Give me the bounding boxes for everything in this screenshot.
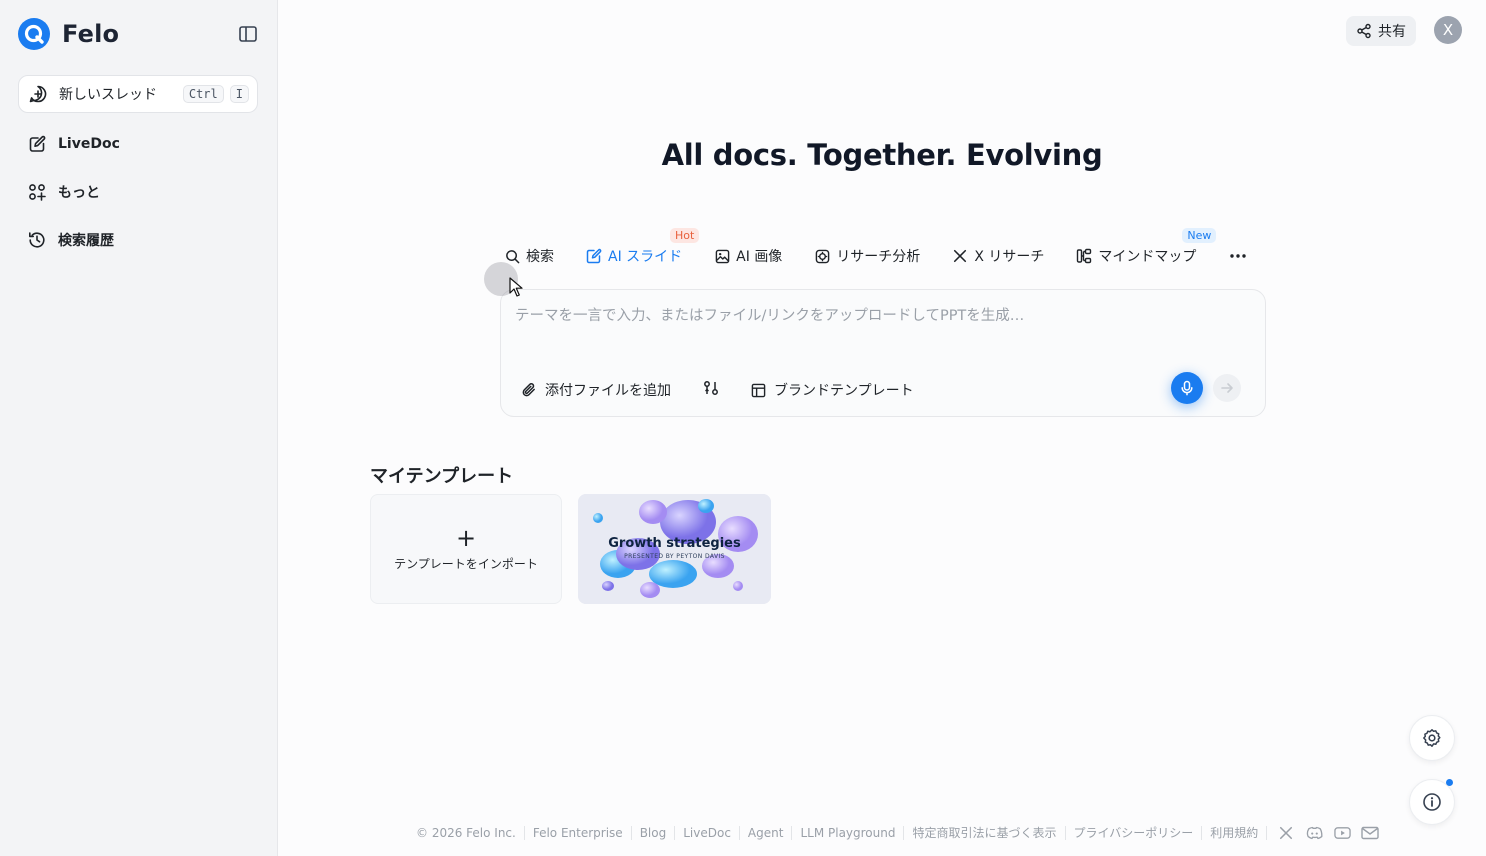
slides-edit-icon — [586, 248, 602, 264]
pen-icon — [26, 133, 48, 155]
prompt-input[interactable] — [515, 304, 1245, 354]
history-icon — [26, 229, 48, 251]
footer-link-blog[interactable]: Blog — [632, 826, 676, 840]
toggles-icon — [704, 381, 718, 395]
brand-template-label: ブランドテンプレート — [774, 383, 914, 399]
plus-icon: + — [455, 523, 477, 552]
prompt-composer: 添付ファイルを追加 ブランドテンプレート — [500, 289, 1266, 417]
settings-toggle-button[interactable] — [702, 380, 720, 396]
brand-template-button[interactable]: ブランドテンプレート — [751, 380, 914, 400]
import-template-label: テンプレートをインポート — [394, 556, 538, 571]
share-icon — [1357, 23, 1371, 39]
x-logo-icon[interactable] — [1277, 824, 1295, 842]
share-label: 共有 — [1378, 24, 1406, 40]
page-title: All docs. Together. Evolving — [661, 138, 1103, 172]
arrow-right-icon — [1221, 383, 1233, 393]
tab-label: リサーチ分析 — [836, 249, 921, 265]
voice-input-button[interactable] — [1171, 372, 1203, 404]
youtube-icon[interactable] — [1333, 824, 1351, 842]
tab-research-analysis[interactable]: リサーチ分析 — [814, 246, 920, 266]
tab-mind-map[interactable]: New マインドマップ — [1076, 228, 1217, 266]
new-thread-button[interactable]: 新しいスレッド Ctrl I — [18, 75, 258, 113]
footer-link-privacy[interactable]: プライバシーポリシー — [1066, 826, 1203, 840]
info-icon — [1423, 793, 1441, 811]
footer-link-commercial-law[interactable]: 特定商取引法に基づく表示 — [904, 826, 1066, 840]
more-modes-button[interactable] — [1224, 242, 1252, 270]
share-button[interactable]: 共有 — [1346, 16, 1416, 46]
footer-link-llm-playground[interactable]: LLM Playground — [792, 826, 905, 840]
attach-file-label: 添付ファイルを追加 — [545, 383, 671, 399]
gear-icon — [1423, 729, 1441, 747]
footer-link-terms[interactable]: 利用規約 — [1202, 826, 1268, 840]
brand[interactable]: Felo — [18, 18, 119, 50]
send-button[interactable] — [1213, 374, 1241, 402]
sidebar-item-more[interactable]: もっと — [18, 174, 258, 210]
tab-label: X リサーチ — [974, 249, 1045, 265]
tab-label: 検索 — [526, 249, 554, 265]
tab-x-research[interactable]: X リサーチ — [952, 246, 1044, 266]
ellipsis-icon — [1230, 254, 1247, 258]
tab-label: マインドマップ — [1098, 249, 1197, 265]
shortcut-key-ctrl: Ctrl — [182, 85, 224, 103]
sidebar-item-livedoc[interactable]: LiveDoc — [18, 126, 258, 162]
new-thread-label: 新しいスレッド — [59, 87, 157, 103]
sidebar-item-label: 検索履歴 — [58, 233, 114, 249]
sidebar-item-label: LiveDoc — [58, 136, 120, 152]
apps-icon — [26, 181, 48, 203]
microphone-icon — [1181, 380, 1193, 396]
shortcut-key-i: I — [229, 85, 249, 103]
brand-name: Felo — [62, 20, 120, 48]
chat-plus-icon — [27, 83, 49, 105]
import-template-button[interactable]: + テンプレートをインポート — [370, 494, 562, 604]
copyright: © 2026 Felo Inc. — [416, 826, 525, 840]
sidebar-panel-icon — [239, 26, 257, 42]
settings-button[interactable] — [1409, 715, 1455, 761]
main-content: 共有 X All docs. Together. Evolving 検索 Hot… — [278, 0, 1486, 856]
mode-tabs: 検索 Hot AI スライド AI 画像 リサーチ分析 X リサーチ New マ… — [504, 228, 1252, 270]
template-title: Growth strategies — [608, 536, 741, 551]
felo-logo-icon — [18, 18, 50, 50]
tab-label: AI スライド — [608, 249, 683, 265]
hot-badge: Hot — [670, 228, 700, 243]
mindmap-icon — [1076, 248, 1092, 264]
new-badge: New — [1182, 228, 1217, 243]
footer-link-enterprise[interactable]: Felo Enterprise — [525, 826, 632, 840]
image-icon — [714, 248, 730, 264]
social-links — [1277, 824, 1379, 842]
tab-ai-slides[interactable]: Hot AI スライド — [586, 228, 700, 266]
paperclip-icon — [522, 383, 535, 397]
footer-link-agent[interactable]: Agent — [740, 826, 793, 840]
template-subtitle: PRESENTED BY PEYTON DAVIS — [624, 553, 725, 560]
sidebar-item-label: もっと — [58, 185, 100, 201]
mouse-pointer-icon — [509, 277, 523, 297]
notification-dot — [1446, 779, 1453, 786]
tab-label: AI 画像 — [736, 249, 783, 265]
attach-file-button[interactable]: 添付ファイルを追加 — [521, 380, 671, 400]
x-logo-icon — [952, 248, 968, 264]
sidebar: Felo 新しいスレッド Ctrl I LiveDoc もっと 検索履歴 — [0, 0, 278, 856]
footer: © 2026 Felo Inc. Felo Enterprise Blog Li… — [416, 824, 1379, 842]
layout-template-icon — [751, 383, 766, 397]
search-icon — [504, 248, 520, 264]
footer-link-livedoc[interactable]: LiveDoc — [675, 826, 740, 840]
template-card[interactable]: Growth strategies PRESENTED BY PEYTON DA… — [578, 494, 771, 604]
tab-ai-image[interactable]: AI 画像 — [714, 246, 782, 266]
research-icon — [814, 248, 830, 264]
discord-icon[interactable] — [1305, 824, 1323, 842]
sidebar-toggle-button[interactable] — [236, 22, 260, 46]
mail-icon[interactable] — [1361, 824, 1379, 842]
my-templates-title: マイテンプレート — [370, 466, 514, 487]
tab-search[interactable]: 検索 — [504, 246, 554, 266]
sidebar-item-search-history[interactable]: 検索履歴 — [18, 222, 258, 258]
avatar[interactable]: X — [1434, 16, 1462, 44]
